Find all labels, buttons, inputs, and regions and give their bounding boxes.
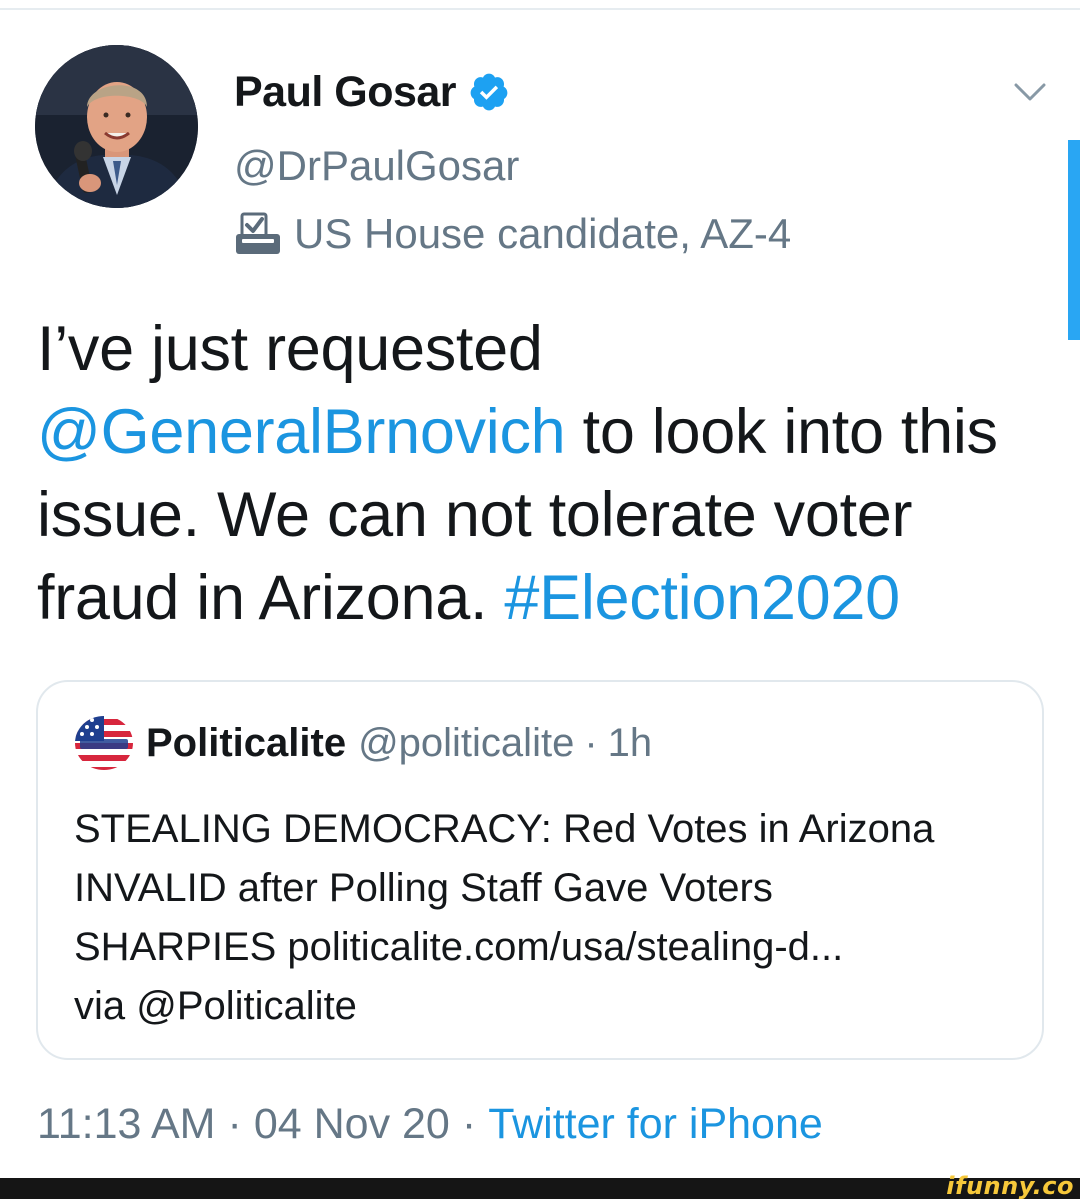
quoted-line-1: STEALING DEMOCRACY: Red Votes in Arizona (74, 807, 935, 851)
tweet-source-link[interactable]: Twitter for iPhone (488, 1100, 823, 1149)
profile-avatar[interactable] (35, 45, 198, 208)
ballot-box-icon (236, 212, 280, 254)
quoted-tweet-header: Politicalite @politicalite · 1h (74, 712, 652, 774)
mention-link[interactable]: @GeneralBrnovich (37, 397, 566, 467)
meta-separator-1: · (227, 1099, 242, 1148)
quoted-author-handle[interactable]: @politicalite (358, 721, 574, 766)
scrollbar[interactable] (1068, 140, 1080, 340)
tweet-line-1: I’ve just requested (37, 314, 543, 384)
chevron-down-icon[interactable] (1012, 74, 1048, 110)
top-divider (0, 8, 1080, 10)
tweet-date[interactable]: 04 Nov 20 (254, 1100, 450, 1149)
quoted-line-3: SHARPIES politicalite.com/usa/stealing-d… (74, 925, 844, 969)
display-name[interactable]: Paul Gosar (234, 68, 457, 117)
quoted-line-2: INVALID after Polling Staff Gave Voters (74, 866, 773, 910)
profile-handle[interactable]: @DrPaulGosar (234, 140, 519, 192)
footer-bar: ifunny.co (0, 1173, 1080, 1199)
quoted-tweet-card[interactable]: Politicalite @politicalite · 1h STEALING… (36, 680, 1044, 1060)
quoted-line-4: via @Politicalite (74, 984, 357, 1028)
quoted-time: 1h (607, 720, 653, 765)
tweet-time[interactable]: 11:13 AM (37, 1100, 216, 1149)
meta-separator-2: · (461, 1099, 477, 1148)
bio-text: US House candidate, AZ-4 (294, 210, 792, 257)
display-name-row: Paul Gosar (234, 64, 510, 120)
tweet-line-3: issue. We can not tolerate voter (37, 480, 913, 550)
quoted-author-name[interactable]: Politicalite (146, 721, 346, 766)
tweet-meta: 11:13 AM · 04 Nov 20 · Twitter for iPhon… (37, 1096, 823, 1152)
avatar-image (35, 45, 198, 208)
bio-row: US House candidate, AZ-4 (234, 208, 791, 260)
quoted-author-avatar[interactable] (74, 713, 134, 773)
watermark-logo: ifunny.co (946, 1172, 1074, 1199)
hashtag-link[interactable]: #Election2020 (504, 563, 900, 633)
quoted-tweet-body: STEALING DEMOCRACY: Red Votes in Arizona… (74, 800, 1014, 1036)
tweet-line-4: fraud in Arizona. (37, 563, 505, 633)
tweet-text: I’ve just requested @GeneralBrnovich to … (37, 308, 1067, 640)
tweet-line-2: to look into this (565, 397, 998, 467)
quoted-separator: · (584, 720, 598, 765)
verified-badge-icon (470, 73, 508, 111)
